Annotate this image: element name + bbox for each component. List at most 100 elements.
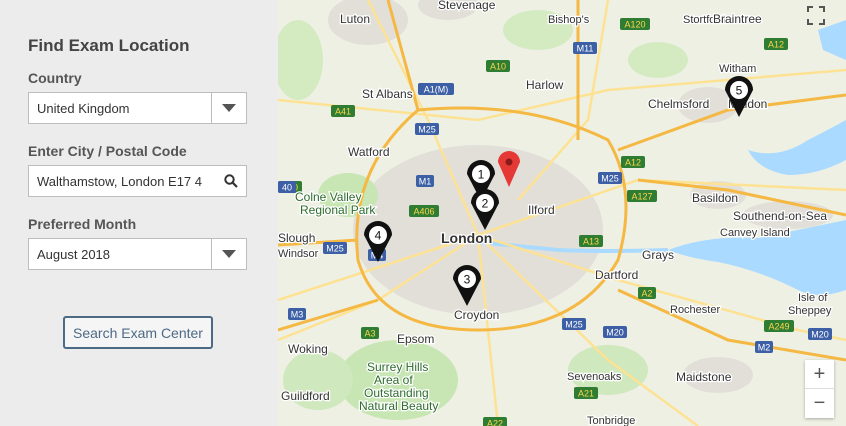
fullscreen-button[interactable]: [804, 2, 828, 30]
road-shield: A2: [638, 287, 656, 299]
svg-text:M20: M20: [606, 328, 624, 338]
chevron-down-icon: [222, 250, 236, 258]
place-label: Regional Park: [300, 203, 376, 217]
svg-text:A1(M): A1(M): [424, 85, 449, 95]
search-exam-center-button[interactable]: Search Exam Center: [63, 316, 213, 349]
svg-text:A22: A22: [487, 419, 503, 426]
fullscreen-icon: [807, 6, 825, 25]
place-label: Braintree: [713, 12, 762, 26]
svg-text:5: 5: [736, 84, 743, 98]
search-icon[interactable]: [224, 174, 238, 193]
zoom-in-button[interactable]: +: [805, 360, 834, 389]
chevron-down-icon: [222, 104, 236, 112]
svg-text:A13: A13: [583, 237, 599, 247]
place-label: Natural Beauty: [359, 399, 438, 413]
month-select[interactable]: August 2018: [28, 238, 247, 270]
city-label: Enter City / Postal Code: [28, 143, 187, 159]
svg-text:M25: M25: [601, 174, 619, 184]
road-shield: A12: [764, 38, 788, 50]
svg-text:40: 40: [282, 183, 292, 193]
place-label: St Albans: [362, 87, 413, 101]
place-label: Rochester: [670, 304, 720, 316]
svg-text:M1: M1: [419, 177, 432, 187]
road-shield: A249: [764, 320, 794, 332]
svg-text:A21: A21: [578, 389, 594, 399]
place-label: Epsom: [397, 332, 434, 346]
place-label: London: [441, 230, 492, 246]
place-label: Witham: [719, 63, 756, 75]
road-shield: A10: [486, 60, 510, 72]
place-label: Colne Valley: [295, 190, 361, 204]
country-label: Country: [28, 70, 82, 86]
svg-text:4: 4: [375, 229, 382, 243]
month-value: August 2018: [37, 247, 111, 262]
road-shield: A41: [331, 105, 355, 117]
city-value: Walthamstow, London E17 4: [37, 174, 203, 189]
road-shield: A127: [627, 190, 657, 202]
country-select[interactable]: United Kingdom: [28, 92, 247, 124]
place-label: Surrey Hills: [367, 360, 428, 374]
place-label: Sheppey: [788, 305, 832, 317]
road-shield: M25: [598, 172, 622, 184]
place-label: Outstanding: [364, 386, 429, 400]
place-label: Windsor: [278, 248, 319, 260]
panel-title: Find Exam Location: [28, 36, 190, 55]
road-shield: A1(M): [418, 83, 454, 95]
place-label: Canvey Island: [720, 227, 790, 239]
map[interactable]: A120 M11 A10 A12 A41 A1(M) M25 M1 A12 M25 A127 A406…: [278, 0, 846, 426]
svg-text:M25: M25: [326, 244, 344, 254]
svg-text:A10: A10: [490, 62, 506, 72]
place-label: Area of: [374, 373, 413, 387]
svg-text:2: 2: [482, 197, 489, 211]
svg-text:A3: A3: [364, 329, 375, 339]
svg-text:M25: M25: [565, 320, 583, 330]
place-label: Dartford: [595, 268, 638, 282]
place-label: Luton: [340, 12, 370, 26]
place-label: Ilford: [528, 203, 555, 217]
road-shield: A12: [621, 156, 645, 168]
svg-text:M20: M20: [811, 330, 829, 340]
road-shield: A13: [579, 235, 603, 247]
svg-text:A12: A12: [768, 40, 784, 50]
country-dropdown-button[interactable]: [211, 93, 246, 123]
place-label: Tonbridge: [587, 415, 635, 426]
place-label: Basildon: [692, 191, 738, 205]
road-shield: M25: [415, 123, 439, 135]
place-label: Croydon: [454, 308, 499, 322]
month-label: Preferred Month: [28, 216, 137, 232]
svg-text:M11: M11: [577, 44, 594, 54]
svg-text:A120: A120: [624, 20, 645, 30]
zoom-control: + −: [805, 360, 834, 418]
svg-text:1: 1: [478, 168, 485, 182]
place-label: Harlow: [526, 78, 564, 92]
place-label: Chelmsford: [648, 97, 709, 111]
place-label: Southend-on-Sea: [733, 209, 827, 223]
road-shield: M20: [808, 328, 832, 340]
road-shield: M20: [603, 326, 627, 338]
place-label: Grays: [642, 248, 674, 262]
road-shield: M11: [573, 42, 597, 54]
place-label: Bishop's: [548, 14, 590, 26]
zoom-out-button[interactable]: −: [805, 389, 834, 418]
road-shield: M1: [416, 175, 434, 187]
road-shield: M25: [562, 318, 586, 330]
road-shield: M2: [755, 341, 773, 353]
place-label: Sevenoaks: [567, 371, 622, 383]
city-input[interactable]: Walthamstow, London E17 4: [28, 165, 247, 197]
road-shield: 40: [278, 181, 296, 193]
road-shield: A21: [574, 387, 598, 399]
road-shield: A22: [483, 417, 507, 426]
map-canvas[interactable]: A120M11A10A12A41A1(M)M25M1A12M25A127A406…: [278, 0, 846, 426]
svg-text:A406: A406: [413, 207, 434, 217]
search-panel: Find Exam Location Country United Kingdo…: [0, 0, 278, 426]
svg-text:M3: M3: [291, 310, 304, 320]
svg-text:A127: A127: [631, 192, 652, 202]
place-label: Slough: [278, 231, 315, 245]
place-label: Guildford: [281, 389, 330, 403]
month-dropdown-button[interactable]: [211, 239, 246, 269]
svg-text:A12: A12: [625, 158, 641, 168]
place-label: Stevenage: [438, 0, 496, 12]
road-shield: A120: [620, 18, 650, 30]
svg-text:A41: A41: [335, 107, 351, 117]
svg-text:A249: A249: [768, 322, 789, 332]
